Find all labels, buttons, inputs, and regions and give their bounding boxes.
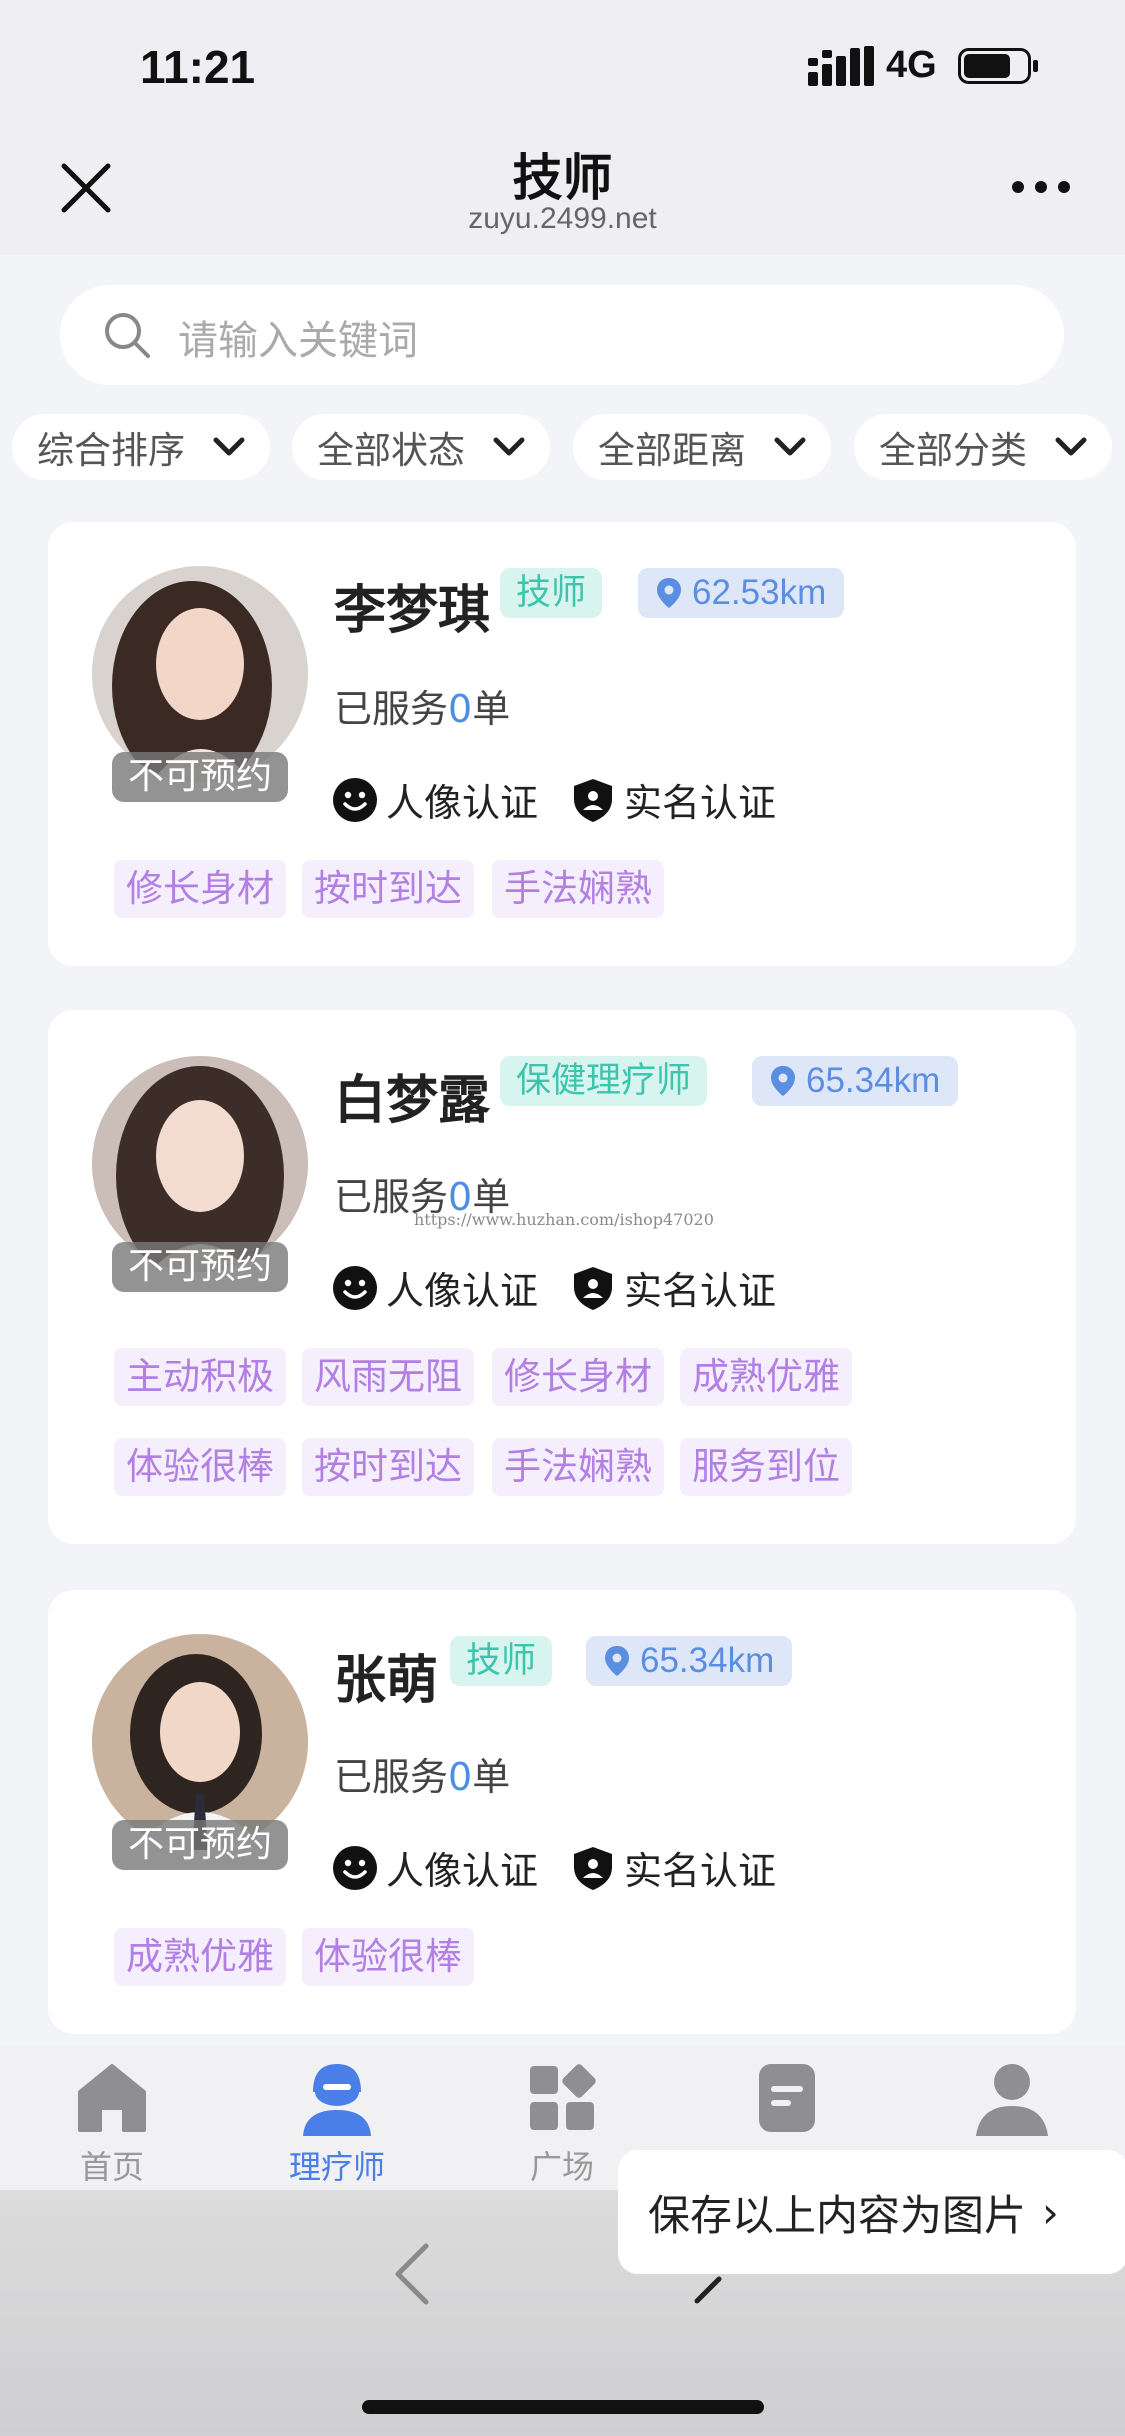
- technician-name: 张萌: [334, 1651, 439, 1711]
- chevron-down-icon: [774, 437, 806, 456]
- tab-therapist[interactable]: 理疗师: [257, 2058, 417, 2188]
- search-placeholder: 请输入关键词: [178, 318, 418, 364]
- served-number: 0: [448, 687, 473, 731]
- tab-label: 首页: [79, 2148, 144, 2186]
- role-badge: 技师: [450, 1636, 553, 1686]
- unavailable-badge: 不可预约: [112, 1820, 288, 1870]
- served-count: 已服务0单: [334, 1746, 510, 1801]
- tag: 按时到达: [302, 860, 474, 918]
- role-badge: 保健理疗师: [500, 1056, 708, 1106]
- cert-label: 实名认证: [624, 1849, 777, 1893]
- cert-label: 人像认证: [386, 781, 539, 825]
- tab-orders[interactable]: [707, 2058, 867, 2142]
- home-indicator: [362, 2400, 764, 2414]
- tab-label: 理疗师: [288, 2148, 385, 2186]
- order-icon: [759, 2064, 815, 2132]
- location-pin-icon: [657, 578, 681, 608]
- face-verified: 人像认证: [332, 772, 538, 827]
- distance-badge: 62.53km: [638, 568, 845, 618]
- chevron-down-icon: [213, 437, 245, 456]
- network-type: 4G: [886, 44, 937, 86]
- filter-label: 全部距离: [598, 429, 746, 472]
- smile-icon: [333, 1265, 377, 1310]
- tab-profile[interactable]: [932, 2058, 1092, 2142]
- id-verified: 实名认证: [570, 1840, 776, 1895]
- tag: 风雨无阻: [302, 1348, 474, 1406]
- page-title: 技师: [512, 149, 613, 207]
- filter-label: 全部状态: [317, 429, 465, 472]
- id-verified: 实名认证: [570, 1260, 776, 1315]
- filter-status[interactable]: 全部状态: [292, 414, 550, 480]
- distance-badge: 65.34km: [586, 1636, 793, 1686]
- shield-user-icon: [574, 778, 612, 822]
- tag: 成熟优雅: [680, 1348, 852, 1406]
- tag: 手法娴熟: [492, 1438, 664, 1496]
- signal-icon: [808, 46, 874, 86]
- location-pin-icon: [605, 1646, 629, 1676]
- status-time: 11:21: [140, 41, 256, 93]
- served-unit: 单: [472, 1755, 511, 1799]
- square-icon: [530, 2064, 596, 2130]
- tag: 手法娴熟: [492, 860, 664, 918]
- filter-category[interactable]: 全部分类: [854, 414, 1112, 480]
- shield-user-icon: [574, 1846, 612, 1890]
- tag: 体验很棒: [302, 1928, 474, 1986]
- chevron-down-icon: [493, 437, 525, 456]
- served-label: 已服务: [334, 687, 449, 731]
- cert-label: 人像认证: [386, 1269, 539, 1313]
- cert-label: 实名认证: [624, 1269, 777, 1313]
- tag: 修长身材: [492, 1348, 664, 1406]
- tag: 服务到位: [680, 1438, 852, 1496]
- therapist-icon: [303, 2064, 371, 2136]
- id-verified: 实名认证: [570, 772, 776, 827]
- unavailable-badge: 不可预约: [112, 1242, 288, 1292]
- cert-label: 人像认证: [386, 1849, 539, 1893]
- technician-name: 李梦琪: [334, 581, 491, 641]
- more-icon[interactable]: [1010, 175, 1072, 199]
- cert-label: 实名认证: [624, 781, 777, 825]
- page-url: zuyu.2499.net: [468, 202, 657, 235]
- distance-value: 62.53km: [692, 573, 827, 612]
- served-count: 已服务0单: [334, 678, 510, 733]
- role-badge: 技师: [500, 568, 603, 618]
- smile-icon: [333, 777, 377, 822]
- filter-sort[interactable]: 综合排序: [12, 414, 270, 480]
- avatar: [92, 566, 308, 782]
- filter-distance[interactable]: 全部距离: [573, 414, 831, 480]
- tag: 修长身材: [114, 860, 286, 918]
- technician-name: 白梦露: [334, 1071, 491, 1131]
- face-verified: 人像认证: [332, 1260, 538, 1315]
- save-as-image-button[interactable]: 保存以上内容为图片 ›: [618, 2150, 1125, 2274]
- distance-badge: 65.34km: [752, 1056, 959, 1106]
- avatar: [92, 1056, 308, 1272]
- unavailable-badge: 不可预约: [112, 752, 288, 802]
- distance-value: 65.34km: [640, 1641, 775, 1680]
- user-icon: [976, 2064, 1048, 2136]
- tag: 按时到达: [302, 1438, 474, 1496]
- save-label: 保存以上内容为图片: [648, 2190, 1027, 2240]
- battery-icon: [958, 48, 1038, 84]
- chevron-right-icon: ›: [1042, 2187, 1059, 2237]
- distance-value: 65.34km: [806, 1061, 941, 1100]
- tab-home[interactable]: 首页: [32, 2058, 192, 2188]
- tag: 主动积极: [114, 1348, 286, 1406]
- home-icon: [78, 2064, 146, 2132]
- tag: 体验很棒: [114, 1438, 286, 1496]
- served-number: 0: [448, 1755, 473, 1799]
- served-label: 已服务: [334, 1755, 449, 1799]
- served-unit: 单: [472, 687, 511, 731]
- watermark-text: https://www.huzhan.com/ishop47020: [414, 1210, 714, 1229]
- filter-label: 全部分类: [879, 429, 1027, 472]
- back-arrow-icon[interactable]: [392, 2242, 432, 2306]
- search-icon: [105, 313, 150, 358]
- avatar: [92, 1634, 308, 1850]
- chevron-down-icon: [1055, 437, 1087, 456]
- location-pin-icon: [771, 1066, 795, 1096]
- face-verified: 人像认证: [332, 1840, 538, 1895]
- shield-user-icon: [574, 1266, 612, 1310]
- filter-label: 综合排序: [37, 429, 185, 472]
- smile-icon: [333, 1845, 377, 1890]
- tag: 成熟优雅: [114, 1928, 286, 1986]
